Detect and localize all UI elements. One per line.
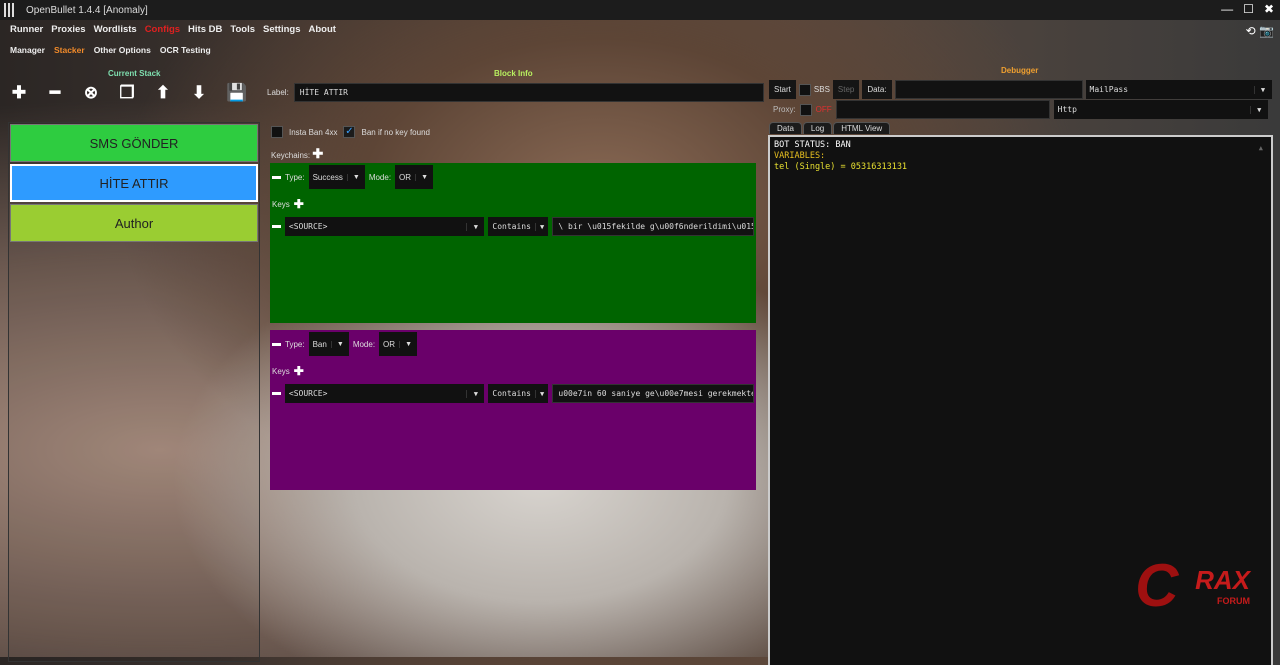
- start-button[interactable]: Start: [769, 80, 796, 99]
- proxy-type-select[interactable]: Http ▼: [1053, 100, 1268, 119]
- label-input[interactable]: HİTE ATTIR: [293, 83, 764, 102]
- keychain-success: Type: Success ▼ Mode: OR ▼ Keys ✚ <SOURCE> ▼…: [270, 163, 756, 323]
- add-keychain-icon[interactable]: ✚: [312, 146, 323, 161]
- type-label: Type:: [285, 339, 305, 349]
- stack-block-selected[interactable]: HİTE ATTIR: [10, 164, 258, 202]
- maximize-button[interactable]: ☐: [1243, 2, 1254, 16]
- menu-configs[interactable]: Configs: [145, 24, 180, 35]
- menu-hits-db[interactable]: Hits DB: [188, 24, 222, 35]
- wordlist-type-select[interactable]: MailPass ▼: [1085, 80, 1272, 99]
- save-icon[interactable]: 💾: [226, 83, 247, 103]
- proxy-label: Proxy:: [773, 105, 796, 114]
- variables-heading: VARIABLES:: [774, 151, 826, 161]
- menu-wordlists[interactable]: Wordlists: [94, 24, 137, 35]
- debugger-heading: Debugger: [1001, 66, 1039, 75]
- remove-keychain-icon[interactable]: [272, 175, 281, 179]
- source-select[interactable]: <SOURCE> ▼: [284, 217, 485, 236]
- block-info-heading: Block Info: [494, 69, 533, 78]
- ban-no-key-checkbox[interactable]: ✓: [343, 126, 356, 138]
- mode-select[interactable]: OR ▼: [395, 165, 434, 189]
- minimize-button[interactable]: —: [1221, 2, 1233, 16]
- remove-block-icon[interactable]: ━: [46, 83, 64, 103]
- source-select[interactable]: <SOURCE> ▼: [284, 384, 485, 403]
- key-value-input[interactable]: u00e7in 60 saniye ge\u00e7mesi gerekmekt…: [552, 384, 755, 403]
- move-down-icon[interactable]: ⬇: [190, 83, 208, 103]
- reload-icon[interactable]: ⟲: [1246, 24, 1256, 38]
- remove-key-icon[interactable]: [272, 225, 281, 228]
- tab-html-view[interactable]: HTML View: [833, 122, 891, 134]
- data-label: Data:: [862, 80, 892, 99]
- bot-status: BOT STATUS: BAN: [774, 140, 851, 150]
- stack-toolbar: ✚ ━ ⊗ ❐ ⬆ ⬇ 💾: [10, 83, 247, 103]
- clear-icon[interactable]: ⊗: [82, 83, 100, 103]
- condition-select[interactable]: Contains ▼: [488, 217, 549, 236]
- submenu-stacker[interactable]: Stacker: [54, 45, 85, 55]
- add-key-icon[interactable]: ✚: [294, 197, 304, 211]
- move-up-icon[interactable]: ⬆: [154, 83, 172, 103]
- menu-about[interactable]: About: [308, 24, 335, 35]
- close-button[interactable]: ✖: [1264, 2, 1274, 16]
- submenu-other-options[interactable]: Other Options: [94, 45, 151, 55]
- proxy-state: OFF: [815, 105, 832, 114]
- app-logo-icon: [4, 3, 18, 17]
- proxy-checkbox[interactable]: [799, 103, 812, 116]
- mode-select[interactable]: OR ▼: [379, 332, 418, 356]
- proxy-input[interactable]: [835, 100, 1050, 119]
- type-select[interactable]: Ban ▼: [308, 332, 349, 356]
- tab-data[interactable]: Data: [769, 122, 802, 134]
- keys-label: Keys: [272, 366, 290, 376]
- camera-icon[interactable]: 📷: [1259, 24, 1274, 38]
- remove-keychain-icon[interactable]: [272, 342, 281, 346]
- current-stack-heading: Current Stack: [108, 69, 161, 78]
- menu-settings[interactable]: Settings: [263, 24, 300, 35]
- add-block-icon[interactable]: ✚: [10, 83, 28, 103]
- menu-proxies[interactable]: Proxies: [51, 24, 85, 35]
- scroll-up-icon[interactable]: ▲: [1259, 143, 1263, 154]
- clone-icon[interactable]: ❐: [118, 83, 136, 103]
- insta-ban-checkbox[interactable]: [271, 126, 283, 138]
- insta-ban-label: Insta Ban 4xx: [289, 127, 338, 137]
- stack-block[interactable]: Author: [10, 204, 258, 242]
- condition-select[interactable]: Contains ▼: [488, 384, 549, 403]
- stack-block[interactable]: SMS GÖNDER: [10, 124, 258, 162]
- menu-tools[interactable]: Tools: [230, 24, 255, 35]
- title-bar: OpenBullet 1.4.4 [Anomaly] — ☐ ✖: [0, 0, 1280, 20]
- type-label: Type:: [285, 172, 305, 182]
- stack-list: SMS GÖNDER HİTE ATTIR Author: [8, 122, 260, 662]
- mode-label: Mode:: [368, 172, 392, 182]
- label-caption: Label:: [267, 88, 289, 97]
- keychains-label: Keychains:: [271, 151, 311, 160]
- menu-runner[interactable]: Runner: [10, 24, 43, 35]
- watermark-c-icon: C: [1135, 552, 1179, 619]
- sbs-label: SBS: [813, 85, 830, 94]
- sub-menu: Manager Stacker Other Options OCR Testin…: [10, 45, 211, 55]
- mode-label: Mode:: [352, 339, 376, 349]
- sbs-checkbox[interactable]: [798, 83, 811, 96]
- remove-key-icon[interactable]: [272, 392, 281, 395]
- add-key-icon[interactable]: ✚: [294, 364, 304, 378]
- key-value-input[interactable]: \ bir \u015fekilde g\u00f6nderildimi\u01…: [552, 217, 755, 236]
- submenu-manager[interactable]: Manager: [10, 45, 45, 55]
- watermark-logo: C RAX FORUM: [1135, 552, 1250, 619]
- keychain-ban: Type: Ban ▼ Mode: OR ▼ Keys ✚ <SOURCE> ▼ Con…: [270, 330, 756, 490]
- submenu-ocr-testing[interactable]: OCR Testing: [160, 45, 211, 55]
- main-menu: Runner Proxies Wordlists Configs Hits DB…: [10, 24, 336, 35]
- type-select[interactable]: Success ▼: [308, 165, 365, 189]
- data-input[interactable]: [894, 80, 1083, 99]
- variable-line: tel (Single) = 05316313131: [774, 162, 908, 172]
- step-button[interactable]: Step: [832, 80, 860, 99]
- keys-label: Keys: [272, 199, 290, 209]
- ban-no-key-label: Ban if no key found: [361, 127, 430, 137]
- tab-log[interactable]: Log: [802, 122, 833, 134]
- window-title: OpenBullet 1.4.4 [Anomaly]: [26, 4, 148, 16]
